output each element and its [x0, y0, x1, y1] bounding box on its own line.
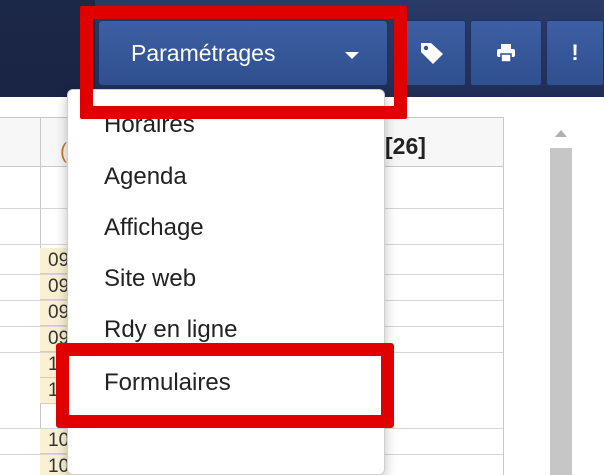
scrollbar-thumb[interactable] [550, 148, 572, 475]
highlight-box-settings [80, 6, 407, 119]
menu-item-affichage[interactable]: Affichage [104, 214, 204, 242]
print-icon [497, 44, 515, 63]
column-header-partial: ( [60, 140, 67, 163]
alert-button[interactable]: ! [546, 20, 604, 86]
menu-item-site-web[interactable]: Site web [104, 265, 196, 293]
menu-item-agenda[interactable]: Agenda [104, 163, 187, 191]
tag-icon [421, 43, 443, 64]
tag-button[interactable] [398, 20, 466, 86]
exclamation-icon: ! [571, 40, 579, 65]
menu-item-rdv-en-ligne[interactable]: Rdy en ligne [104, 316, 237, 344]
day-column-header: [26] [385, 133, 426, 159]
grid-divider [503, 117, 504, 475]
print-button[interactable] [470, 20, 542, 86]
scroll-up-arrow-icon[interactable] [555, 130, 567, 137]
highlight-box-formulaires [56, 343, 394, 428]
